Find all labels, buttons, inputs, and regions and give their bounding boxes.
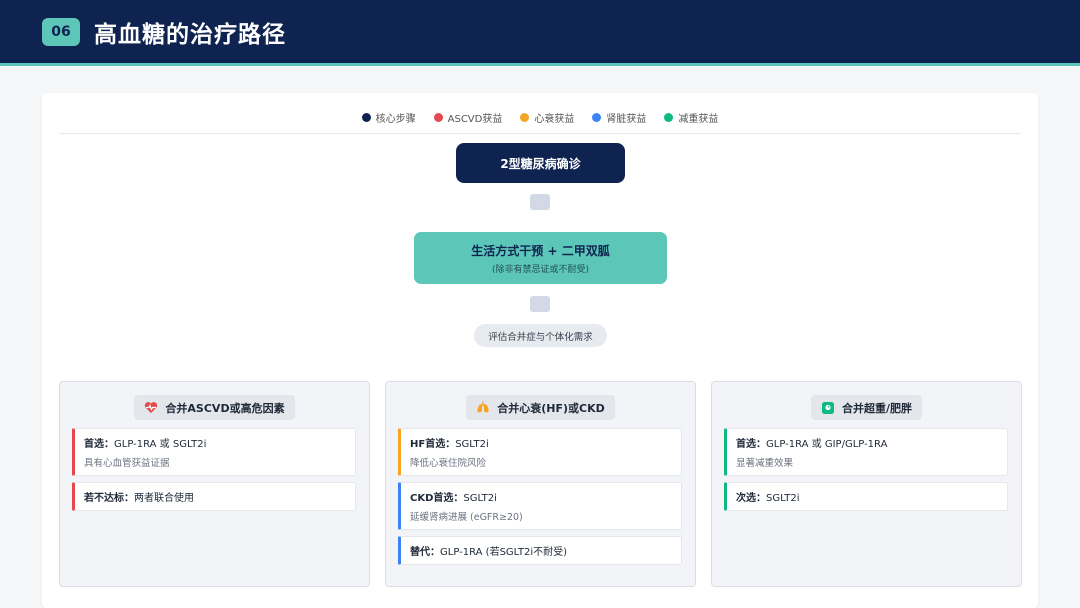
column-title: 合并超重/肥胖 xyxy=(841,401,913,415)
legend-dot-icon xyxy=(520,113,530,122)
card-subtext: 延缓肾病进展 (eGFR≥20) xyxy=(410,512,523,523)
legend-label: 核心步骤 xyxy=(375,114,416,125)
legend-dot-icon xyxy=(664,113,674,122)
page-title: 高血糖的治疗路径 xyxy=(94,20,286,48)
card-text: 两者联合使用 xyxy=(134,493,194,504)
card-label: HF首选： xyxy=(410,439,456,450)
recommendation-card: 首选：GLP-1RA 或 SGLT2i 具有心血管获益证据 xyxy=(72,428,356,476)
card-line: 首选：GLP-1RA 或 SGLT2i xyxy=(84,435,346,450)
card-label: CKD首选： xyxy=(410,493,464,504)
recommendation-card: 替代：GLP-1RA (若SGLT2i不耐受) xyxy=(398,536,682,565)
legend-dot-icon xyxy=(361,113,371,122)
column-header: 合并心衰(HF)或CKD xyxy=(386,395,695,420)
card-subtext: 显著减重效果 xyxy=(736,458,794,469)
lungs-icon xyxy=(476,401,490,415)
card-label: 首选： xyxy=(736,439,766,450)
card-text: SGLT2i xyxy=(766,493,800,504)
recommendation-card: CKD首选：SGLT2i 延缓肾病进展 (eGFR≥20) xyxy=(398,482,682,530)
legend-label: 肾脏获益 xyxy=(606,114,647,125)
recommendation-card: HF首选：SGLT2i 降低心衰住院风险 xyxy=(398,428,682,476)
column-title-chip: 合并心衰(HF)或CKD xyxy=(466,395,615,420)
card-text: GLP-1RA (若SGLT2i不耐受) xyxy=(440,547,568,558)
recommendation-card: 次选：SGLT2i xyxy=(724,482,1008,511)
flow-node-subtitle: (除非有禁忌证或不耐受) xyxy=(491,264,590,275)
card-text: SGLT2i xyxy=(455,439,489,450)
card-line: HF首选：SGLT2i xyxy=(410,435,672,450)
legend-label: 心衰获益 xyxy=(534,114,575,125)
recommendation-card: 首选：GLP-1RA 或 GIP/GLP-1RA 显著减重效果 xyxy=(724,428,1008,476)
column-title: 合并ASCVD或高危因素 xyxy=(165,401,285,415)
legend-item-core: 核心步骤 xyxy=(361,110,416,125)
flow-connector xyxy=(530,296,550,312)
heart-pulse-icon xyxy=(144,401,158,415)
card-line: 首选：GLP-1RA 或 GIP/GLP-1RA xyxy=(736,435,998,450)
card-line: 替代：GLP-1RA (若SGLT2i不耐受) xyxy=(410,543,672,558)
card-label: 首选： xyxy=(84,439,114,450)
card-text: SGLT2i xyxy=(463,493,497,504)
flow-node-diagnosis: 2型糖尿病确诊 xyxy=(456,143,625,183)
legend: 核心步骤 ASCVD获益 心衰获益 肾脏获益 减重获益 xyxy=(0,110,1080,125)
flow-connector xyxy=(530,194,550,210)
card-subtext: 降低心衰住院风险 xyxy=(410,458,487,469)
recommendation-card: 若不达标：两者联合使用 xyxy=(72,482,356,511)
flow-node-assess: 评估合并症与个体化需求 xyxy=(474,324,607,347)
card-text: GLP-1RA 或 GIP/GLP-1RA xyxy=(766,439,888,450)
legend-divider xyxy=(60,133,1020,134)
card-line: 次选：SGLT2i xyxy=(736,489,998,504)
column-title-chip: 合并超重/肥胖 xyxy=(810,395,923,420)
flow-node-lifestyle-metformin: 生活方式干预 + 二甲双胍 (除非有禁忌证或不耐受) xyxy=(414,232,667,284)
section-number-badge: 06 xyxy=(42,17,80,46)
card-label: 次选： xyxy=(736,493,766,504)
legend-item-ascvd: ASCVD获益 xyxy=(433,110,503,125)
column-ascvd: 合并ASCVD或高危因素 首选：GLP-1RA 或 SGLT2i 具有心血管获益… xyxy=(59,381,370,587)
legend-dot-icon xyxy=(592,113,602,122)
legend-item-kidney: 肾脏获益 xyxy=(592,110,646,125)
column-overweight: 合并超重/肥胖 首选：GLP-1RA 或 GIP/GLP-1RA 显著减重效果 … xyxy=(711,381,1022,587)
legend-item-hf: 心衰获益 xyxy=(520,110,574,125)
header-bar: 06 高血糖的治疗路径 xyxy=(0,0,1080,66)
card-label: 若不达标： xyxy=(84,493,134,504)
card-line: CKD首选：SGLT2i xyxy=(410,489,672,504)
card-text: GLP-1RA 或 SGLT2i xyxy=(114,439,207,450)
column-header: 合并ASCVD或高危因素 xyxy=(60,395,369,420)
legend-dot-icon xyxy=(433,113,443,122)
column-header: 合并超重/肥胖 xyxy=(712,395,1021,420)
column-title-chip: 合并ASCVD或高危因素 xyxy=(134,395,295,420)
legend-label: 减重获益 xyxy=(678,114,719,125)
flow-node-title: 生活方式干预 + 二甲双胍 xyxy=(471,243,610,258)
card-line: 若不达标：两者联合使用 xyxy=(84,489,346,504)
card-subtext: 具有心血管获益证据 xyxy=(84,458,170,469)
scale-icon xyxy=(821,401,835,415)
legend-item-weight: 减重获益 xyxy=(664,110,718,125)
column-hf-ckd: 合并心衰(HF)或CKD HF首选：SGLT2i 降低心衰住院风险 CKD首选：… xyxy=(385,381,696,587)
card-label: 替代： xyxy=(410,547,440,558)
legend-label: ASCVD获益 xyxy=(447,114,503,125)
column-title: 合并心衰(HF)或CKD xyxy=(497,401,605,415)
